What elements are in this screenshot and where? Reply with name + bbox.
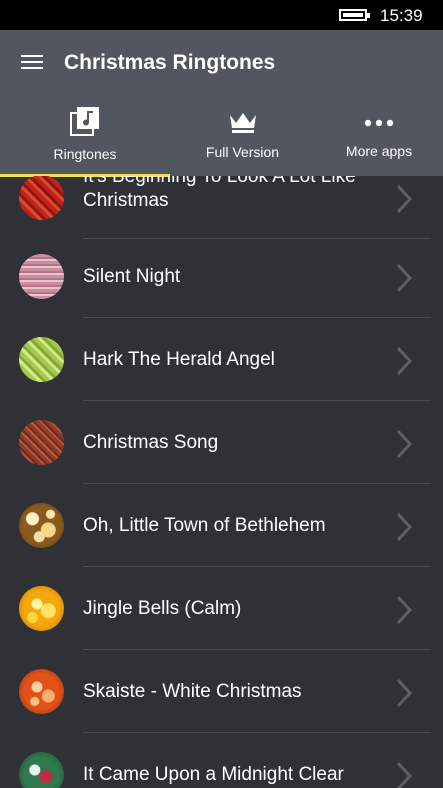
ringtone-thumbnail: [19, 669, 64, 714]
chevron-right-icon: [396, 184, 413, 214]
chevron-right-icon: [396, 678, 413, 708]
tab-full-version-label: Full Version: [205, 144, 280, 160]
list-item[interactable]: It Came Upon a Midnight Clear: [0, 733, 443, 788]
ringtone-thumbnail: [19, 503, 64, 548]
ringtone-title: Jingle Bells (Calm): [83, 598, 242, 619]
ringtone-thumbnail: [19, 752, 64, 788]
list-item[interactable]: It's Beginning To Look A Lot Like Christ…: [0, 176, 443, 239]
status-time: 15:39: [380, 6, 423, 25]
ringtone-thumbnail: [19, 420, 64, 465]
tab-full-version[interactable]: Full Version: [170, 100, 315, 176]
list-item[interactable]: Oh, Little Town of Bethlehem: [0, 484, 443, 567]
chevron-right-icon: [396, 263, 413, 293]
status-bar: 15:39: [0, 0, 443, 30]
chevron-right-icon: [396, 512, 413, 542]
tab-more-apps-label: More apps: [345, 143, 413, 159]
ringtone-list[interactable]: It's Beginning To Look A Lot Like Christ…: [0, 176, 443, 788]
battery-icon: [339, 9, 370, 21]
crown-icon: [228, 110, 258, 139]
tab-ringtones-label: Ringtones: [53, 146, 117, 162]
ringtone-thumbnail: [19, 176, 64, 220]
ringtone-title: It Came Upon a Midnight Clear: [83, 764, 344, 785]
ringtone-title: Skaiste - White Christmas: [83, 681, 302, 702]
hamburger-menu-icon[interactable]: [21, 53, 43, 71]
ringtone-title: Hark The Herald Angel: [83, 349, 275, 370]
app-header: Christmas Ringtones Ringtones Full Versi…: [0, 30, 443, 177]
tab-ringtones[interactable]: Ringtones: [0, 100, 170, 176]
list-item[interactable]: Skaiste - White Christmas: [0, 650, 443, 733]
list-item[interactable]: Jingle Bells (Calm): [0, 567, 443, 650]
ringtone-title: It's Beginning To Look A Lot Like Christ…: [83, 176, 356, 211]
chevron-right-icon: [396, 429, 413, 459]
chevron-right-icon: [396, 595, 413, 625]
list-item[interactable]: Christmas Song: [0, 401, 443, 484]
page-title: Christmas Ringtones: [64, 51, 276, 74]
tab-more-apps[interactable]: More apps: [315, 100, 443, 176]
ringtone-title: Oh, Little Town of Bethlehem: [83, 515, 326, 536]
chevron-right-icon: [396, 761, 413, 788]
music-library-icon: [70, 106, 100, 141]
more-dots-icon: [364, 114, 394, 132]
ringtone-thumbnail: [19, 254, 64, 299]
ringtone-thumbnail: [19, 337, 64, 382]
ringtone-thumbnail: [19, 586, 64, 631]
chevron-right-icon: [396, 346, 413, 376]
ringtone-title: Christmas Song: [83, 432, 219, 453]
ringtone-title: Silent Night: [83, 266, 181, 287]
list-item[interactable]: Silent Night: [0, 235, 443, 318]
list-item[interactable]: Hark The Herald Angel: [0, 318, 443, 401]
